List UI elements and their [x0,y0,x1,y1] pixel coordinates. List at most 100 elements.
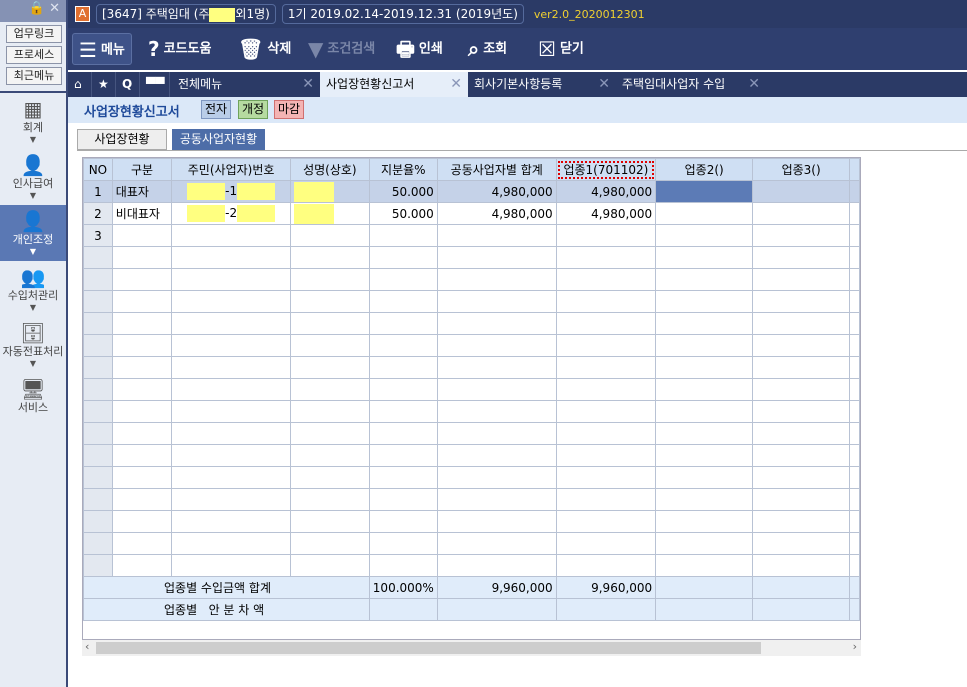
close-tab-icon[interactable]: ✕ [450,72,462,97]
recent-menu-button[interactable]: 최근메뉴 [6,67,62,85]
table-row[interactable]: 2 비대표자 -2 50.000 4,980,000 4,980,000 [83,202,860,225]
cell-share[interactable]: 50.000 [368,180,438,203]
home-icon[interactable]: ⌂ [68,72,92,97]
cell[interactable] [111,510,173,533]
cell[interactable] [111,378,173,401]
cell[interactable] [752,312,851,335]
table-row[interactable] [83,554,860,577]
subtab-business-status[interactable]: 사업장현황 [77,129,167,150]
cell[interactable] [436,532,557,555]
cell[interactable] [655,510,754,533]
table-row[interactable] [83,488,860,511]
cell[interactable] [436,510,557,533]
cell[interactable] [555,378,657,401]
cell[interactable] [555,268,657,291]
cell-partner-total[interactable]: 4,980,000 [436,180,557,203]
cell[interactable] [436,334,557,357]
table-row[interactable] [83,466,860,489]
cell[interactable] [555,312,657,335]
cell[interactable] [289,312,370,335]
cell[interactable] [436,268,557,291]
revision-badge[interactable]: 개정 [238,100,269,119]
cell[interactable] [655,444,754,467]
sidebar-item-payroll[interactable]: 👤 인사급여 ▼ [0,149,66,205]
table-row[interactable] [83,246,860,269]
cell[interactable] [752,290,851,313]
cell[interactable] [171,378,291,401]
cell[interactable] [436,246,557,269]
cell[interactable] [436,356,557,379]
cell[interactable] [655,246,754,269]
cell[interactable] [655,378,754,401]
cell[interactable] [111,356,173,379]
table-row[interactable]: 1 대표자 -1 50.000 4,980,000 4,980,000 [83,180,860,203]
cell[interactable] [289,554,370,577]
sidebar-item-service[interactable]: 🖥 서비스 [0,373,66,429]
cell-industry2[interactable] [655,202,754,225]
cell[interactable] [368,356,438,379]
table-row[interactable] [83,378,860,401]
cell[interactable] [555,400,657,423]
cell[interactable] [111,334,173,357]
scroll-thumb[interactable] [96,642,761,654]
cell[interactable] [655,554,754,577]
table-row[interactable] [83,356,860,379]
cell[interactable] [555,224,657,247]
cell[interactable] [171,400,291,423]
col-industry2[interactable]: 업종2() [655,158,754,181]
cell[interactable] [289,224,370,247]
cell-id-number[interactable]: -2 [171,202,291,225]
col-partner-total[interactable]: 공동사업자별 합계 [436,158,557,181]
cell[interactable] [655,268,754,291]
cell[interactable] [436,290,557,313]
table-row[interactable] [83,422,860,445]
table-row[interactable] [83,532,860,555]
cell[interactable] [368,268,438,291]
cell[interactable] [111,312,173,335]
cell[interactable] [436,378,557,401]
cell[interactable] [655,466,754,489]
cell[interactable] [436,224,557,247]
cell[interactable] [368,422,438,445]
cell-type[interactable]: 대표자 [111,180,173,203]
col-type[interactable]: 구분 [111,158,173,181]
cell[interactable] [171,268,291,291]
cell[interactable] [368,378,438,401]
cell[interactable] [111,246,173,269]
col-name[interactable]: 성명(상호) [289,158,370,181]
sidebar-item-personal-adjust[interactable]: 👤 개인조정 ▼ [0,205,66,261]
col-no[interactable]: NO [83,158,113,181]
cell[interactable] [111,268,173,291]
cell[interactable] [368,466,438,489]
menu-button[interactable]: ☰ 메뉴 [72,33,132,65]
col-industry3[interactable]: 업종3() [752,158,851,181]
cell[interactable] [111,400,173,423]
tab-business-report[interactable]: 사업장현황신고서 ✕ [320,72,468,97]
cell[interactable] [171,290,291,313]
tab-all-menu[interactable]: 전체메뉴 ✕ [172,72,320,97]
subtab-joint-business[interactable]: 공동사업자현황 [172,129,265,150]
cell[interactable] [752,224,851,247]
cell-industry1[interactable]: 4,980,000 [555,180,657,203]
cell[interactable] [655,356,754,379]
cell[interactable] [289,268,370,291]
cell[interactable] [752,400,851,423]
cell[interactable] [436,422,557,445]
table-row[interactable] [83,290,860,313]
table-row[interactable] [83,400,860,423]
cell[interactable] [555,510,657,533]
cell-name[interactable] [289,180,370,203]
cell[interactable] [111,422,173,445]
tab-rental-income[interactable]: 주택임대사업자 수입 ✕ [616,72,766,97]
cell[interactable] [171,312,291,335]
cell-partner-total[interactable]: 4,980,000 [436,202,557,225]
cell[interactable] [171,466,291,489]
cell[interactable] [436,554,557,577]
col-share[interactable]: 지분율% [368,158,438,181]
cell[interactable] [111,532,173,555]
cell[interactable] [752,378,851,401]
cell[interactable] [111,290,173,313]
col-industry1[interactable]: 업종1(701102) [555,158,657,181]
filter-button[interactable]: ▼ 조건검색 [308,33,375,65]
cell[interactable] [752,334,851,357]
